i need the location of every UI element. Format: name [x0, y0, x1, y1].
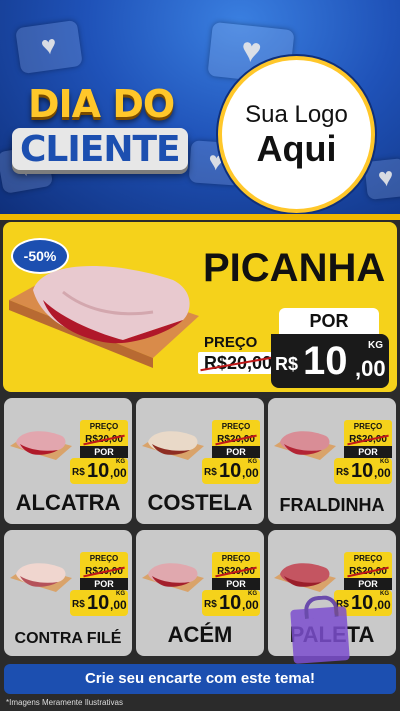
preco-label: PREÇO — [344, 420, 392, 434]
old-price-box: R$20,00 — [212, 566, 260, 578]
logo-text-2: Aqui — [256, 127, 337, 169]
price-decimal: ,00 — [110, 598, 127, 612]
create-flyer-button[interactable]: Crie seu encarte com este tema! — [4, 664, 396, 694]
price-unit: KG — [368, 340, 383, 351]
product-price: R$ 10,00 KG — [334, 458, 392, 484]
price-unit: KG — [116, 459, 125, 465]
meat-cut-icon — [142, 563, 204, 592]
price-integer: 10 — [219, 460, 242, 482]
old-price: R$20,00 — [217, 566, 255, 577]
product-name: COSTELA — [147, 490, 253, 515]
por-label: POR — [212, 446, 260, 458]
por-label: POR — [344, 446, 392, 458]
header-banner: ♥ ♥ ♥ ♥ ♥ DIA DO CLIENTE Sua Logo Aqui — [0, 0, 400, 218]
price-decimal: ,00 — [355, 356, 386, 381]
meat-cut-icon — [142, 431, 204, 460]
preco-label: PREÇO — [80, 420, 128, 434]
price-integer: 10 — [351, 592, 374, 614]
product-card[interactable]: PREÇO R$20,00 POR R$ 10,00 KG ALCATRA — [4, 398, 132, 524]
meat-cut-icon — [274, 431, 336, 460]
heart-icon: ♥ — [15, 19, 83, 75]
preco-label: PREÇO — [212, 552, 260, 566]
old-price-box: R$20,00 — [344, 566, 392, 578]
por-label: POR — [344, 578, 392, 590]
divider-bar — [0, 214, 400, 220]
logo-placeholder[interactable]: Sua Logo Aqui — [218, 56, 375, 213]
product-card[interactable]: PREÇO R$20,00 POR R$ 10,00 KG FRALDINHA — [268, 398, 396, 524]
product-price: R$ 10,00 KG — [70, 458, 128, 484]
currency-symbol: R$ — [204, 467, 217, 478]
meat-cut-icon — [274, 563, 336, 592]
product-card[interactable]: PREÇO R$20,00 POR R$ 10,00 KG CONTRA FILÉ — [4, 530, 132, 656]
product-card[interactable]: PREÇO R$20,00 POR R$ 10,00 KG COSTELA — [136, 398, 264, 524]
price-unit: KG — [248, 459, 257, 465]
price-integer: 10 — [351, 460, 374, 482]
old-price: R$20,00 — [198, 352, 272, 374]
product-price: R$ 10,00 KG — [202, 590, 260, 616]
price-decimal: ,00 — [242, 466, 259, 480]
featured-product-card[interactable]: -50% PICANHA POR PREÇO R$20,00 R$ 10 ,00… — [3, 222, 397, 392]
old-price: R$20,00 — [85, 434, 123, 445]
preco-label: PREÇO — [212, 420, 260, 434]
price-unit: KG — [380, 591, 389, 597]
price-integer: 10 — [87, 592, 110, 614]
por-label: POR — [212, 578, 260, 590]
price-integer: 10 — [303, 339, 348, 383]
por-label: POR — [279, 308, 379, 334]
por-label: POR — [80, 578, 128, 590]
heart-icon: ♥ — [364, 158, 400, 200]
currency-symbol: R$ — [275, 354, 299, 374]
meat-cut-icon — [10, 431, 72, 460]
featured-price: R$ 10 ,00 KG — [271, 334, 389, 388]
product-price: R$ 10,00 KG — [70, 590, 128, 616]
price-unit: KG — [248, 591, 257, 597]
product-price: R$ 10,00 KG — [202, 458, 260, 484]
price-decimal: ,00 — [242, 598, 259, 612]
old-price-box: R$20,00 — [212, 434, 260, 446]
disclaimer: *Imagens Meramente Ilustrativas — [6, 698, 123, 707]
currency-symbol: R$ — [72, 599, 85, 610]
product-name: CONTRA FILÉ — [14, 630, 122, 647]
old-price-box: R$20,00 — [80, 566, 128, 578]
discount-badge: -50% — [11, 238, 69, 274]
title-line-2: CLIENTE — [12, 128, 188, 170]
currency-symbol: R$ — [336, 467, 349, 478]
por-label: POR — [80, 446, 128, 458]
preco-label: PREÇO — [80, 552, 128, 566]
price-decimal: ,00 — [110, 466, 127, 480]
old-price-box: PREÇO R$20,00 — [198, 334, 272, 376]
product-name: ACÉM — [167, 622, 233, 647]
price-unit: KG — [116, 591, 125, 597]
currency-symbol: R$ — [72, 467, 85, 478]
price-unit: KG — [380, 459, 389, 465]
currency-symbol: R$ — [204, 599, 217, 610]
product-name: FRALDINHA — [279, 495, 385, 515]
featured-product-name: PICANHA — [203, 246, 386, 290]
old-price: R$20,00 — [349, 434, 387, 445]
price-integer: 10 — [219, 592, 242, 614]
event-title: DIA DO CLIENTE — [12, 84, 202, 170]
title-line-1: DIA DO — [28, 82, 175, 126]
product-card[interactable]: PREÇO R$20,00 POR R$ 10,00 KG ACÉM — [136, 530, 264, 656]
old-price-box: R$20,00 — [80, 434, 128, 446]
preco-label: PREÇO — [344, 552, 392, 566]
price-decimal: ,00 — [374, 598, 391, 612]
meat-cut-icon — [10, 563, 72, 592]
old-price: R$20,00 — [217, 434, 255, 445]
old-price-box: R$20,00 — [344, 434, 392, 446]
old-price: R$20,00 — [349, 566, 387, 577]
price-integer: 10 — [87, 460, 110, 482]
logo-text-1: Sua Logo — [245, 100, 348, 128]
old-price: R$20,00 — [85, 566, 123, 577]
price-decimal: ,00 — [374, 466, 391, 480]
preco-label: PREÇO — [204, 334, 258, 351]
product-name: ALCATRA — [15, 490, 121, 515]
shopping-bag-icon — [290, 606, 350, 664]
